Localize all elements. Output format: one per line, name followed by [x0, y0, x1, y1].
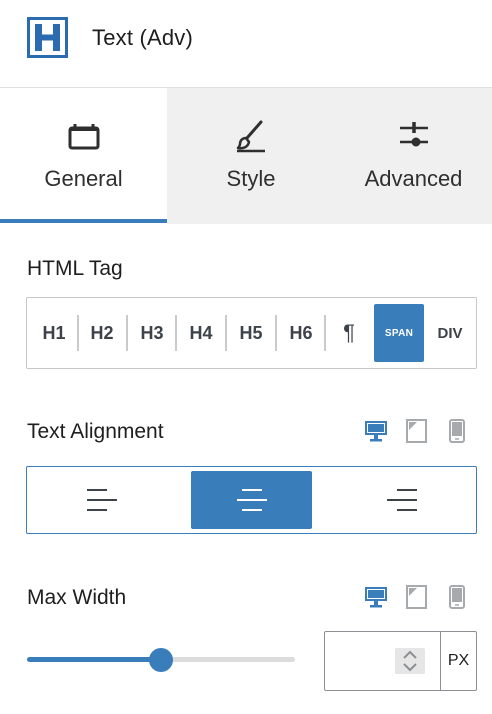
tab-label-general: General — [44, 166, 123, 191]
tablet-icon[interactable] — [405, 418, 429, 444]
tag-option-div[interactable]: DIV — [426, 298, 474, 368]
tab-label-advanced: Advanced — [364, 166, 463, 191]
align-center-button[interactable] — [191, 471, 312, 529]
tag-option-h2[interactable]: H2 — [79, 298, 125, 368]
align-left-button[interactable] — [27, 467, 177, 533]
text-alignment-selector — [26, 466, 477, 534]
tab-general[interactable]: General — [0, 88, 167, 224]
unit-selector-button[interactable]: PX — [440, 631, 477, 691]
max-width-input[interactable] — [325, 632, 405, 690]
tab-style[interactable]: Style — [167, 88, 335, 224]
tablet-icon[interactable] — [405, 584, 429, 610]
mobile-icon[interactable] — [446, 418, 470, 444]
mobile-icon[interactable] — [446, 584, 470, 610]
tag-option-h4[interactable]: H4 — [177, 298, 225, 368]
text-alignment-label: Text Alignment — [27, 420, 164, 443]
desktop-icon[interactable] — [364, 418, 388, 444]
tag-option-h6[interactable]: H6 — [277, 298, 325, 368]
tab-advanced[interactable]: Advanced — [335, 88, 492, 224]
panel-tabs: General Style Advanced — [0, 88, 492, 224]
panel-icon — [68, 124, 99, 150]
tag-option-h1[interactable]: H1 — [31, 298, 77, 368]
html-tag-label: HTML Tag — [27, 257, 123, 280]
tag-option-h5[interactable]: H5 — [227, 298, 275, 368]
align-right-button[interactable] — [327, 467, 476, 533]
desktop-icon[interactable] — [364, 584, 388, 610]
brush-icon — [236, 120, 265, 153]
html-tag-selector: H1 H2 H3 H4 H5 H6 ¶ SPAN DIV — [26, 297, 477, 369]
align-center-icon — [236, 489, 267, 511]
tab-label-style: Style — [226, 166, 276, 191]
tag-option-h3[interactable]: H3 — [128, 298, 176, 368]
block-title: Text (Adv) — [92, 25, 194, 50]
tag-option-span[interactable]: SPAN — [374, 304, 424, 362]
align-left-icon — [87, 489, 117, 511]
align-right-icon — [386, 489, 417, 511]
sliders-icon — [399, 122, 428, 147]
tag-option-paragraph[interactable]: ¶ — [326, 298, 372, 368]
max-width-slider-handle[interactable] — [149, 648, 173, 672]
active-tab-indicator — [0, 219, 167, 223]
max-width-slider-fill — [27, 657, 161, 662]
max-width-input-wrapper — [324, 631, 441, 691]
heading-block-icon — [27, 17, 68, 58]
number-spinner-icon[interactable] — [395, 648, 425, 674]
block-header: Text (Adv) — [0, 0, 492, 88]
max-width-label: Max Width — [27, 586, 127, 609]
